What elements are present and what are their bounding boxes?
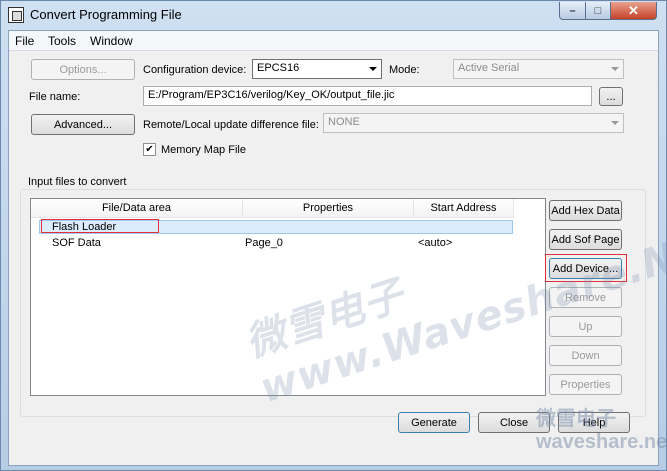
add-hex-data-button[interactable]: Add Hex Data (549, 200, 622, 221)
help-button[interactable]: Help (558, 412, 630, 433)
browse-button[interactable]: ... (599, 87, 623, 106)
remote-local-update-label: Remote/Local update difference file: (143, 119, 319, 131)
file-name-label: File name: (29, 91, 81, 103)
column-header-file-data-area[interactable]: File/Data area (31, 199, 243, 218)
maximize-button[interactable]: □ (585, 2, 611, 20)
input-files-group-title: Input files to convert (26, 176, 129, 188)
title-bar[interactable]: Convert Programming File – □ ✕ (1, 1, 666, 30)
add-device-button[interactable]: Add Device... (549, 258, 622, 279)
mode-label: Mode: (389, 64, 420, 76)
mode-value: Active Serial (458, 62, 520, 74)
chevron-down-icon (611, 121, 619, 125)
advanced-button[interactable]: Advanced... (31, 114, 135, 135)
menu-tools[interactable]: Tools (48, 34, 76, 48)
menu-file[interactable]: File (15, 34, 34, 48)
configuration-device-value: EPCS16 (257, 62, 300, 74)
chevron-down-icon (611, 67, 619, 71)
row-sof-data-name: SOF Data (52, 237, 101, 249)
add-sof-page-button[interactable]: Add Sof Page (549, 229, 622, 250)
input-files-list[interactable]: File/Data area Properties Start Address … (30, 198, 546, 396)
file-name-input[interactable]: E:/Program/EP3C16/verilog/Key_OK/output_… (143, 86, 592, 106)
options-button[interactable]: Options... (31, 59, 135, 80)
configuration-device-select[interactable]: EPCS16 (252, 59, 382, 79)
close-window-button[interactable]: ✕ (610, 2, 657, 20)
column-header-properties[interactable]: Properties (243, 199, 414, 218)
down-button[interactable]: Down (549, 345, 622, 366)
app-icon (8, 7, 24, 23)
close-button[interactable]: Close (478, 412, 550, 433)
window-title: Convert Programming File (30, 7, 182, 22)
column-header-start-address[interactable]: Start Address (414, 199, 514, 218)
dialog-client-area: File Tools Window Options... Configurati… (8, 30, 659, 466)
properties-button[interactable]: Properties (549, 374, 622, 395)
configuration-device-label: Configuration device: (143, 64, 247, 76)
memory-map-label: Memory Map File (161, 144, 246, 156)
window: Convert Programming File – □ ✕ File Tool… (0, 0, 667, 471)
up-button[interactable]: Up (549, 316, 622, 337)
flash-loader-highlight (41, 219, 159, 233)
minimize-button[interactable]: – (559, 2, 586, 20)
remote-local-update-select[interactable]: NONE (323, 113, 624, 133)
remote-local-update-value: NONE (328, 116, 360, 128)
row-sof-data-properties: Page_0 (245, 237, 283, 249)
mode-select[interactable]: Active Serial (453, 59, 624, 79)
memory-map-checkbox[interactable]: ✔ (143, 143, 156, 156)
menu-window[interactable]: Window (90, 34, 133, 48)
menu-bar: File Tools Window (9, 31, 658, 51)
row-sof-data-start: <auto> (418, 237, 453, 249)
chevron-down-icon (369, 67, 377, 71)
remove-button[interactable]: Remove (549, 287, 622, 308)
generate-button[interactable]: Generate (398, 412, 470, 433)
